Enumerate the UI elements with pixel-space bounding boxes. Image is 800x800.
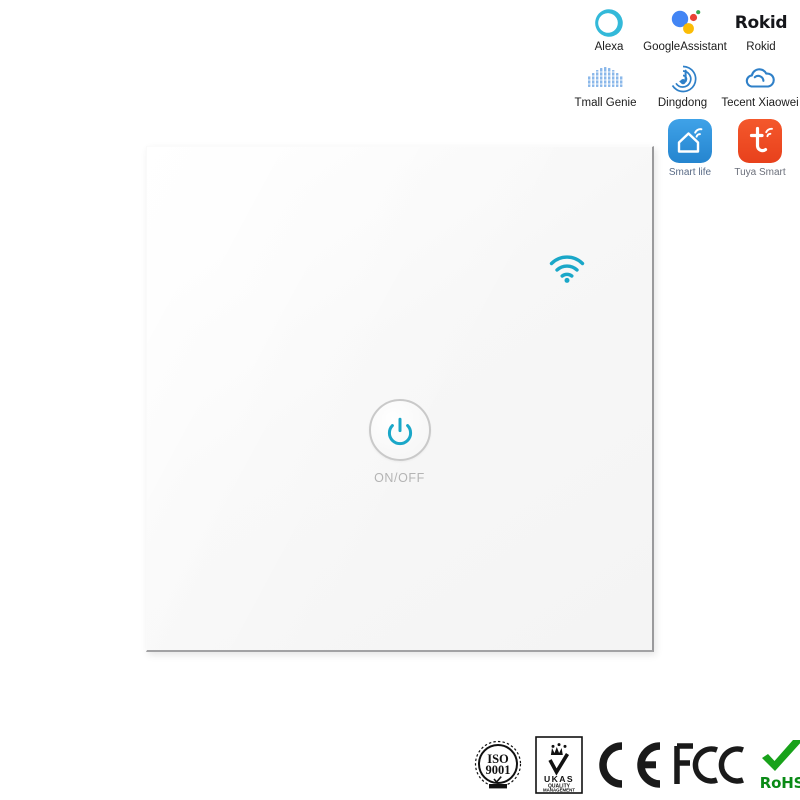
rokid-wordmark-icon: Rokid [735, 6, 788, 40]
iso-9001-seal-icon: ISO 9001 [474, 740, 522, 789]
svg-text:UKAS: UKAS [544, 774, 574, 784]
logo-tuya-smart: Tuya Smart [730, 118, 790, 179]
logo-dingdong: Dingdong [647, 62, 718, 110]
tencent-xiaowei-cloud-icon [742, 62, 778, 96]
rokid-wordmark-text: Rokid [734, 13, 788, 33]
logo-tmall-genie-label: Tmall Genie [574, 97, 637, 109]
cert-ce [592, 741, 664, 789]
logo-tencent-xiaowei-label: Tecent Xiaowei [721, 97, 799, 109]
tmall-genie-waveform-icon [584, 62, 627, 96]
logo-tmall-genie: Tmall Genie [570, 62, 641, 110]
voice-assistant-row-2: Tmall Genie Dingdong Tecent Xiaowei [570, 62, 799, 110]
cert-fcc [673, 742, 747, 788]
google-assistant-dots-icon [668, 6, 702, 40]
certification-marks: ISO 9001 UKAS QUALITY MANAGEMENT RoHS [470, 732, 800, 798]
logo-rokid-label: Rokid [746, 41, 776, 53]
alexa-ring-icon [592, 6, 626, 40]
svg-text:MANAGEMENT: MANAGEMENT [543, 788, 575, 793]
logo-rokid: Rokid Rokid [726, 6, 796, 54]
svg-text:9001: 9001 [486, 763, 511, 777]
ce-mark-icon [599, 742, 661, 788]
fcc-mark-icon [674, 743, 744, 784]
power-button-ring[interactable] [368, 399, 431, 461]
power-icon [387, 417, 412, 446]
logo-alexa: Alexa [574, 6, 644, 54]
logo-dingdong-label: Dingdong [657, 97, 708, 109]
cert-ukas: UKAS QUALITY MANAGEMENT [535, 736, 583, 794]
cert-iso-9001: ISO 9001 [470, 737, 526, 793]
smart-life-house-icon [668, 118, 712, 164]
rohs-check-icon [762, 740, 800, 771]
logo-smart-life-label: Smart life [668, 167, 712, 178]
tuya-smart-t-icon [738, 118, 782, 164]
power-button-label: ON/OFF [374, 471, 425, 485]
logo-google-assistant-label: GoogleAssistant [643, 41, 727, 53]
logo-tuya-smart-label: Tuya Smart [734, 167, 786, 178]
dingdong-rings-icon [668, 62, 698, 96]
logo-google-assistant: GoogleAssistant [643, 6, 727, 54]
ukas-crown-icon: UKAS QUALITY MANAGEMENT [535, 736, 583, 794]
wifi-icon [547, 252, 587, 284]
logo-alexa-label: Alexa [594, 41, 624, 53]
voice-assistant-row-1: Alexa GoogleAssistant Rokid Rokid [570, 6, 796, 54]
power-switch-button[interactable]: ON/OFF [368, 399, 431, 485]
logo-tencent-xiaowei: Tecent Xiaowei [721, 62, 799, 110]
cert-rohs: RoHS [756, 738, 800, 792]
logo-smart-life: Smart life [660, 118, 720, 179]
smart-switch-panel: ON/OFF [146, 146, 654, 652]
rohs-label: RoHS [759, 774, 800, 792]
